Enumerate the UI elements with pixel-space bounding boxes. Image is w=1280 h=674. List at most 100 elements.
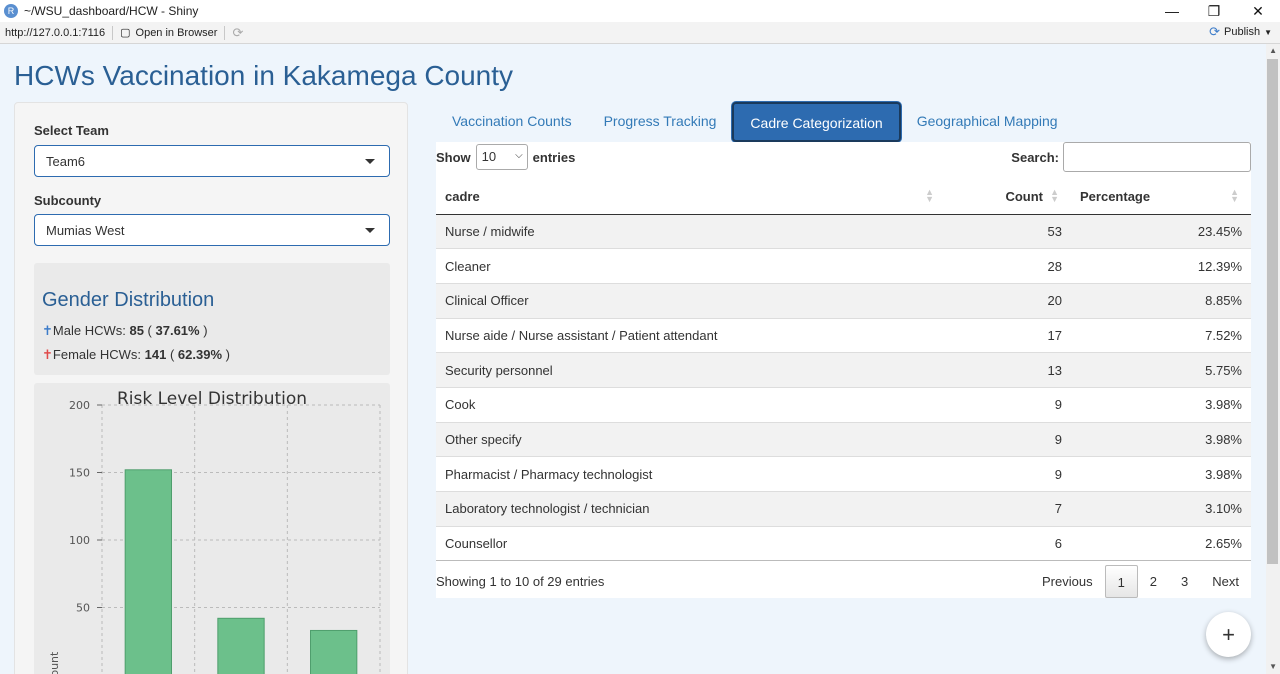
tab-bar: Vaccination Counts Progress Tracking Cad…: [436, 102, 1074, 142]
subcounty-select[interactable]: Mumias West: [34, 214, 390, 246]
column-header-label: Count: [1005, 188, 1043, 204]
table-info: Showing 1 to 10 of 29 entries: [436, 574, 605, 589]
cell-percentage: 7.52%: [1071, 317, 1251, 353]
cadre-table-area: Show 10 ⌵ entries Search: cadre ▲ ▼ Count…: [436, 142, 1251, 598]
tab-vaccination-counts[interactable]: Vaccination Counts: [436, 102, 588, 142]
scroll-up-icon[interactable]: ▲: [1269, 46, 1277, 55]
entries-length-value: 10: [481, 149, 497, 164]
search-control: Search:: [1011, 142, 1251, 172]
male-pct: 37.61%: [155, 323, 200, 338]
window-title: ~/WSU_dashboard/HCW - Shiny: [24, 4, 199, 18]
cell-percentage: 8.85%: [1071, 282, 1251, 319]
cell-percentage: 23.45%: [1071, 213, 1251, 249]
table-row[interactable]: Other specify 9 3.98%: [436, 421, 1251, 457]
cell-count: 9: [946, 386, 1071, 423]
team-select-label: Select Team: [34, 123, 109, 138]
cell-count: 17: [946, 317, 1071, 353]
table-row[interactable]: Laboratory technologist / technician 7 3.1…: [436, 491, 1251, 527]
restore-button[interactable]: ❐: [1192, 0, 1236, 22]
page-button-1[interactable]: 1: [1104, 565, 1138, 598]
cell-count: 13: [946, 352, 1071, 388]
sort-icon: ▲ ▼: [925, 187, 934, 204]
minimize-button[interactable]: —: [1150, 0, 1194, 22]
viewer-toolbar: http://127.0.0.1:7116 ▢ Open in Browser …: [0, 22, 1280, 44]
url-text: http://127.0.0.1:7116: [5, 26, 106, 39]
table-row[interactable]: Pharmacist / Pharmacy technologist 9 3.98%: [436, 456, 1251, 492]
table-row[interactable]: Nurse aide / Nurse assistant / Patient a…: [436, 317, 1251, 353]
gender-distribution-panel: Gender Distribution ✝Male HCWs: 85 ( 37.…: [34, 263, 390, 375]
cell-percentage: 3.98%: [1071, 386, 1251, 423]
subcounty-select-label: Subcounty: [34, 193, 102, 208]
y-tick-label: 200: [69, 399, 90, 412]
publish-button[interactable]: ⟳ Publish ▼: [1209, 24, 1272, 40]
female-prefix: Female HCWs:: [52, 347, 145, 362]
open-window-icon: ▢: [120, 27, 131, 39]
subcounty-select-value: Mumias West: [46, 223, 125, 238]
r-logo-icon: R: [4, 4, 18, 18]
page-button-2[interactable]: 2: [1138, 565, 1169, 598]
column-header-cadre[interactable]: cadre ▲ ▼: [436, 179, 946, 215]
previous-page-button[interactable]: Previous: [1030, 565, 1105, 598]
table-row[interactable]: Cleaner 28 12.39%: [436, 248, 1251, 284]
toolbar-divider: [224, 25, 226, 40]
scrollbar-thumb[interactable]: [1267, 59, 1278, 564]
publish-icon: ⟳: [1209, 24, 1220, 39]
chevron-down-icon: [365, 159, 375, 164]
team-select[interactable]: Team6: [34, 145, 390, 177]
cell-percentage: 3.98%: [1071, 421, 1251, 457]
refresh-icon[interactable]: ⟳: [232, 25, 243, 41]
column-header-count[interactable]: Count ▲ ▼: [946, 179, 1071, 215]
cell-cadre: Pharmacist / Pharmacy technologist: [436, 456, 946, 492]
window-titlebar: R ~/WSU_dashboard/HCW - Shiny: [0, 0, 1280, 22]
page-button-3[interactable]: 3: [1169, 565, 1200, 598]
length-control: Show 10 ⌵ entries: [436, 144, 575, 170]
y-tick-label: 50: [76, 602, 90, 615]
table-row[interactable]: Counsellor 6 2.65%: [436, 525, 1251, 562]
entries-length-select[interactable]: 10 ⌵: [475, 144, 528, 170]
risk-level-chart: 50 100 150 200 Count: [48, 399, 381, 674]
open-in-browser-button[interactable]: ▢ Open in Browser: [120, 26, 218, 40]
cell-count: 7: [946, 491, 1071, 527]
column-header-label: cadre: [445, 188, 480, 204]
table-row[interactable]: Clinical Officer 20 8.85%: [436, 282, 1251, 319]
open-in-browser-label: Open in Browser: [135, 26, 218, 39]
chevron-down-icon: ▼: [1264, 27, 1272, 37]
entries-label: entries: [532, 149, 576, 165]
search-input[interactable]: [1063, 142, 1251, 172]
sort-icon: ▲ ▼: [1230, 187, 1239, 204]
table-header-row: cadre ▲ ▼ Count ▲ ▼ Percentage ▲ ▼: [436, 179, 1251, 215]
tab-progress-tracking[interactable]: Progress Tracking: [588, 102, 733, 142]
cadre-table: cadre ▲ ▼ Count ▲ ▼ Percentage ▲ ▼ Nurse / …: [436, 179, 1251, 562]
cell-cadre: Cook: [436, 386, 946, 423]
female-pct: 62.39%: [177, 347, 222, 362]
cell-count: 6: [946, 525, 1071, 562]
add-button[interactable]: +: [1206, 612, 1251, 657]
cell-percentage: 5.75%: [1071, 352, 1251, 388]
table-row[interactable]: Cook 9 3.98%: [436, 386, 1251, 423]
male-hcws-line: ✝Male HCWs: 85 ( 37.61% ): [42, 323, 208, 338]
cell-percentage: 3.98%: [1071, 456, 1251, 492]
bar: [310, 629, 358, 674]
bar: [124, 469, 172, 674]
gender-distribution-title: Gender Distribution: [42, 289, 215, 311]
cell-cadre: Other specify: [436, 421, 946, 457]
close-window-button[interactable]: ✕: [1236, 0, 1280, 22]
column-header-percentage[interactable]: Percentage ▲ ▼: [1071, 179, 1251, 215]
column-header-label: Percentage: [1080, 188, 1151, 204]
cell-count: 53: [946, 213, 1071, 249]
next-page-button[interactable]: Next: [1200, 565, 1251, 598]
cell-count: 28: [946, 248, 1071, 284]
cell-percentage: 2.65%: [1071, 525, 1251, 562]
tab-geographical-mapping[interactable]: Geographical Mapping: [901, 102, 1074, 142]
table-row[interactable]: Nurse / midwife 53 23.45%: [436, 213, 1251, 249]
cell-count: 9: [946, 456, 1071, 492]
table-row[interactable]: Security personnel 13 5.75%: [436, 352, 1251, 388]
female-icon: ✝: [42, 347, 53, 362]
tab-cadre-categorization[interactable]: Cadre Categorization: [732, 102, 901, 142]
cell-count: 9: [946, 421, 1071, 457]
bar: [217, 617, 265, 674]
scroll-down-icon[interactable]: ▼: [1269, 662, 1277, 671]
publish-label: Publish: [1224, 26, 1261, 38]
cell-percentage: 3.10%: [1071, 491, 1251, 527]
cell-percentage: 12.39%: [1071, 248, 1251, 284]
